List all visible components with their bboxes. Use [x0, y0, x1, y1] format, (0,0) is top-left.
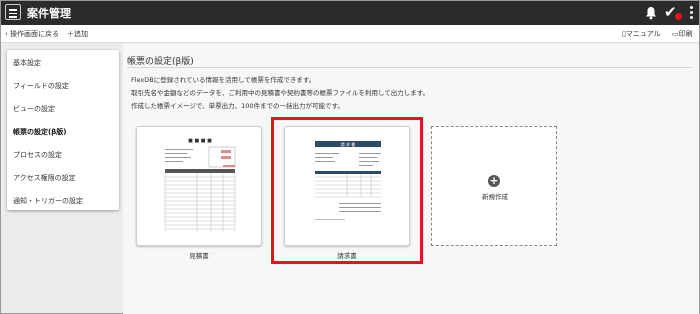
back-label: 操作画面に戻る	[10, 30, 60, 38]
add-button[interactable]: ＋追加	[67, 29, 88, 39]
highlight-box	[271, 117, 423, 264]
description-line: FlexDBに登録されている情報を活用して帳票を作成できます。	[131, 76, 316, 84]
sidebar-item-process[interactable]: プロセスの設定	[13, 150, 62, 160]
printer-icon: ▭	[672, 30, 679, 38]
print-label: 印刷	[678, 30, 693, 38]
description-line: 取引先名や金額などのデータを、ご利用中の見積書や契約書等の帳票ファイルを利用して…	[131, 89, 430, 97]
sidebar-item-fields[interactable]: フィールドの設定	[13, 81, 69, 91]
menu-icon[interactable]	[5, 4, 21, 20]
toolbar: ‹ 操作画面に戻る ＋追加 ▯マニュアル ▭印刷	[1, 25, 699, 43]
back-button[interactable]: ‹ 操作画面に戻る	[5, 29, 59, 39]
template-label-quote: 見積書	[189, 252, 209, 260]
bell-icon[interactable]	[645, 6, 657, 20]
new-template-label: 新規作成	[482, 193, 508, 201]
notification-dot	[675, 13, 682, 20]
plus-icon: ＋	[67, 30, 74, 38]
description-line: 作成した帳票イメージで、単票出力、100件までの一括出力が可能です。	[131, 102, 344, 110]
template-card-quote[interactable]: ■ ■ ■ ■	[136, 126, 262, 246]
manual-button[interactable]: ▯マニュアル	[622, 29, 661, 39]
quote-doc-title: ■ ■ ■ ■	[188, 138, 212, 144]
page-title: 帳票の設定(β版)	[127, 57, 194, 67]
manual-label: マニュアル	[625, 30, 661, 38]
top-bar: 案件管理 ✔	[1, 1, 699, 25]
divider	[127, 67, 692, 68]
app-title: 案件管理	[27, 7, 71, 20]
sidebar-item-access[interactable]: アクセス権限の設定	[13, 173, 76, 183]
sidebar-item-notifications[interactable]: 通知・トリガーの設定	[13, 196, 83, 206]
more-options-icon[interactable]	[690, 6, 693, 20]
add-label: 追加	[74, 30, 88, 38]
settings-sidebar: 基本設定 フィールドの設定 ビューの設定 帳票の設定(β版) プロセスの設定 ア…	[7, 50, 119, 210]
app-window: 案件管理 ✔ ‹ 操作画面に戻る ＋追加 ▯マニュアル ▭印刷 基本設定 フィー…	[0, 0, 700, 314]
sidebar-item-views[interactable]: ビューの設定	[13, 104, 55, 114]
plus-circle-icon: +	[488, 174, 500, 187]
sidebar-item-forms[interactable]: 帳票の設定(β版)	[13, 127, 66, 137]
sidebar-item-basic[interactable]: 基本設定	[13, 58, 41, 68]
new-template-button[interactable]: + 新規作成	[431, 126, 557, 246]
quote-thumbnail: ■ ■ ■ ■	[161, 135, 239, 239]
print-button[interactable]: ▭印刷	[672, 29, 693, 39]
